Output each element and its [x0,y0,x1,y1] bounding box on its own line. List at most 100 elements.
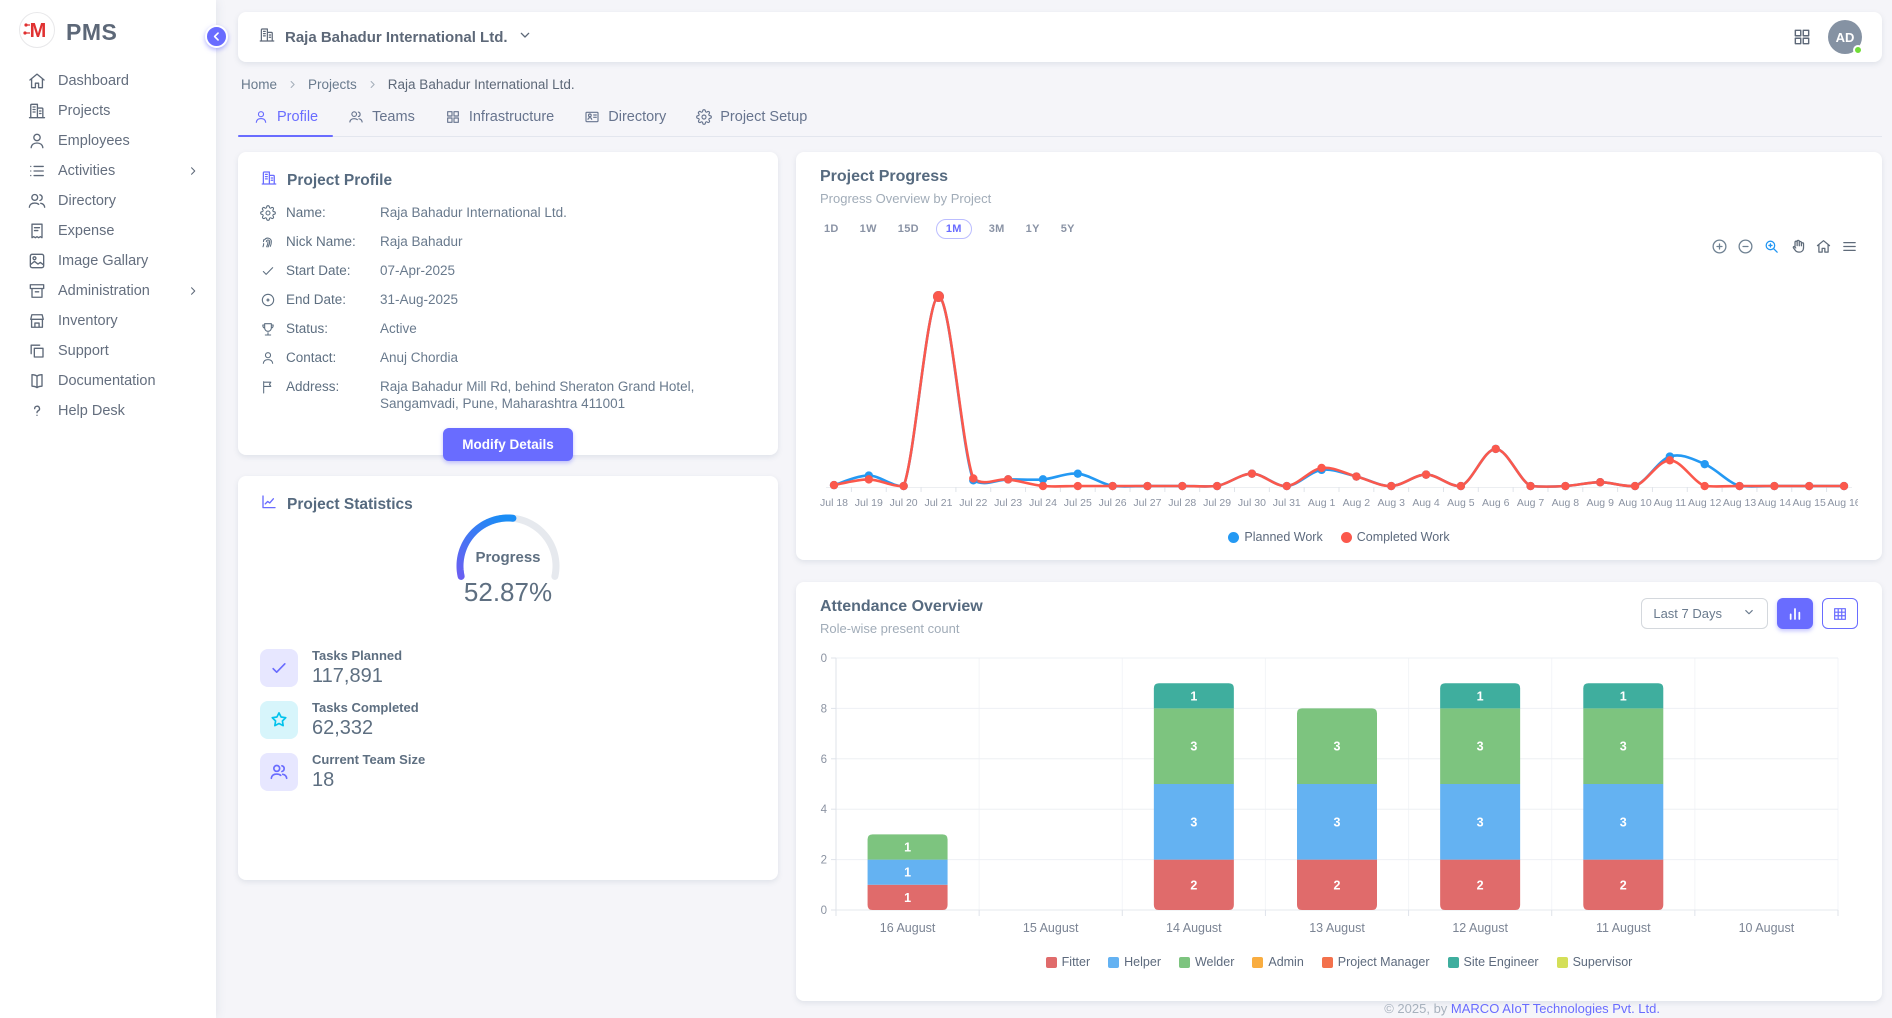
pan-icon[interactable] [1789,238,1806,255]
field-label: Start Date: [286,262,380,279]
reset-zoom-icon[interactable] [1815,238,1832,255]
modify-details-button[interactable]: Modify Details [443,428,573,461]
legend-label: Site Engineer [1464,955,1539,969]
breadcrumb-link-projects[interactable]: Projects [308,77,357,92]
legend-completed-work[interactable]: Completed Work [1341,530,1450,544]
svg-text:Jul 30: Jul 30 [1238,497,1266,509]
range-3m[interactable]: 3M [985,220,1009,238]
svg-text:4: 4 [821,804,828,816]
project-progress-subtitle: Progress Overview by Project [820,191,1858,206]
sidebar-item-documentation[interactable]: Documentation [0,366,216,396]
apps-grid-icon[interactable] [1792,27,1812,47]
company-name: Raja Bahadur International Ltd. [285,29,508,46]
tab-bar: Profile TeamsInfrastructureDirectory Proje… [238,100,1882,137]
sidebar-item-directory[interactable]: Directory [0,186,216,216]
legend-marker [1108,957,1119,968]
project-progress-title: Project Progress [820,168,1858,186]
profile-field-contact: Contact:Anuj Chordia [260,349,756,366]
check-icon [260,649,298,687]
field-label: Contact: [286,349,380,366]
range-15d[interactable]: 15D [894,220,923,238]
sidebar-item-inventory[interactable]: Inventory [0,306,216,336]
svg-text:15 August: 15 August [1023,921,1079,935]
tab-profile[interactable]: Profile [238,100,333,136]
field-label: Nick Name: [286,233,380,250]
sidebar-item-dashboard[interactable]: Dashboard [0,66,216,96]
sidebar-item-administration[interactable]: Administration [0,276,216,306]
svg-text:Jul 29: Jul 29 [1203,497,1231,509]
svg-text:Jul 20: Jul 20 [890,497,918,509]
zoom-in-icon[interactable] [1711,238,1728,255]
sidebar-item-label: Administration [58,283,150,299]
brand[interactable]: M PMS [0,0,216,66]
field-label: Address: [286,378,380,395]
tab-infrastructure[interactable]: Infrastructure [430,100,569,136]
zoom-out-icon[interactable] [1737,238,1754,255]
range-1d[interactable]: 1D [820,220,843,238]
legend-planned-work[interactable]: Planned Work [1228,530,1322,544]
chevron-right-icon [286,78,299,91]
sidebar-item-projects[interactable]: Projects [0,96,216,126]
attendance-controls: Last 7 Days [1641,598,1858,629]
tab-teams[interactable]: Teams [333,100,430,136]
svg-text:Jul 24: Jul 24 [1029,497,1057,509]
bar-view-button[interactable] [1777,598,1813,629]
top-header: Raja Bahadur International Ltd. AD [238,12,1882,62]
svg-text:Jul 31: Jul 31 [1273,497,1301,509]
svg-text:3: 3 [1477,815,1484,829]
users-icon [348,109,364,125]
svg-text:8: 8 [821,703,827,715]
sidebar-item-help-desk[interactable]: Help Desk [0,396,216,426]
sidebar-item-support[interactable]: Support [0,336,216,366]
legend-helper[interactable]: Helper [1108,955,1161,969]
tab-label: Project Setup [720,109,807,125]
avatar[interactable]: AD [1828,20,1862,54]
field-value: Active [380,320,756,337]
legend-label: Admin [1268,955,1303,969]
stat-label: Tasks Completed [312,700,419,715]
field-label: Name: [286,204,380,221]
tab-directory[interactable]: Directory [569,100,681,136]
legend-welder[interactable]: Welder [1179,955,1234,969]
selection-zoom-icon[interactable] [1763,238,1780,255]
svg-text:Jul 27: Jul 27 [1133,497,1161,509]
legend-site-engineer[interactable]: Site Engineer [1448,955,1539,969]
range-1m[interactable]: 1M [936,219,972,239]
svg-text:1: 1 [904,891,911,905]
svg-text:3: 3 [1620,740,1627,754]
sidebar: M PMS DashboardProjectsEmployeesActiviti… [0,0,216,1018]
range-1w[interactable]: 1W [856,220,881,238]
sidebar-item-activities[interactable]: Activities [0,156,216,186]
users-icon [260,753,298,791]
legend-project-manager[interactable]: Project Manager [1322,955,1430,969]
range-1y[interactable]: 1Y [1022,220,1044,238]
sidebar-item-expense[interactable]: Expense [0,216,216,246]
footer-link[interactable]: MARCO AIoT Technologies Pvt. Ltd. [1451,1001,1660,1016]
menu-icon[interactable] [1841,238,1858,255]
right-column: Project Progress Progress Overview by Pr… [796,152,1882,1001]
svg-text:Aug 11: Aug 11 [1654,497,1687,509]
legend-admin[interactable]: Admin [1252,955,1303,969]
footer: © 2025, by MARCO AIoT Technologies Pvt. … [238,1001,1882,1017]
tab-project-setup[interactable]: Project Setup [681,100,822,136]
gear-icon [696,109,712,125]
legend-marker [1179,957,1190,968]
top-actions: AD [1792,20,1862,54]
table-view-button[interactable] [1822,598,1858,629]
svg-text:Aug 8: Aug 8 [1552,497,1580,509]
legend-supervisor[interactable]: Supervisor [1557,955,1633,969]
company-selector[interactable]: Raja Bahadur International Ltd. [258,26,533,48]
attendance-header: Attendance Overview Role-wise present co… [820,598,1858,636]
legend-fitter[interactable]: Fitter [1046,955,1090,969]
field-label: Status: [286,320,380,337]
svg-text:6: 6 [821,754,827,766]
range-5y[interactable]: 5Y [1057,220,1079,238]
svg-text:2: 2 [1334,878,1341,892]
range-select[interactable]: Last 7 Days [1641,598,1768,629]
sidebar-item-employees[interactable]: Employees [0,126,216,156]
tab-label: Profile [277,109,318,125]
sidebar-collapse-button[interactable] [205,25,228,48]
project-profile-card: Project Profile Name:Raja Bahadur Intern… [238,152,778,455]
breadcrumb-link-home[interactable]: Home [241,77,277,92]
sidebar-item-image-gallary[interactable]: Image Gallary [0,246,216,276]
